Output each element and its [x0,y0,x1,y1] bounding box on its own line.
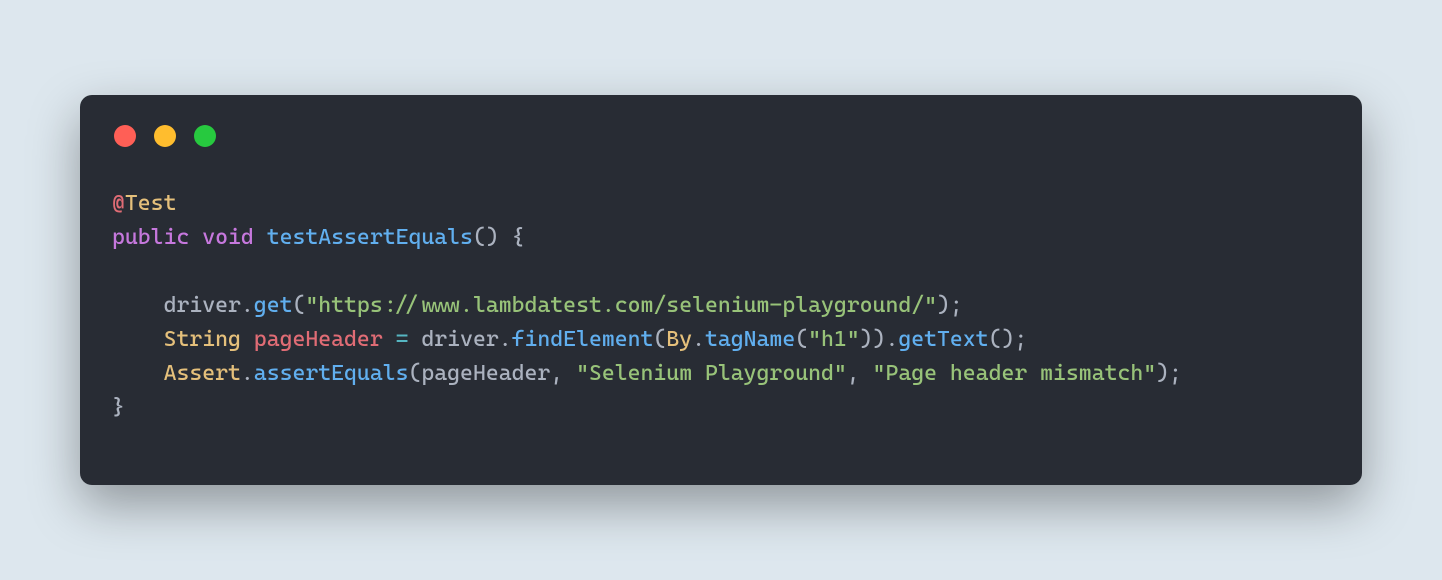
expected-string: "Selenium Playground" [576,361,847,386]
dot: . [241,293,254,318]
annotation-at: @ [112,191,125,216]
indent [112,361,164,386]
maximize-icon[interactable] [194,125,216,147]
minimize-icon[interactable] [154,125,176,147]
paren-close: )) [860,327,886,352]
brace-open: { [499,225,525,250]
code-window: @Test public void testAssertEquals() { d… [80,95,1362,485]
url-string: "https://www.lambdatest.com/selenium-pla… [305,293,937,318]
var-pageheader: pageHeader [254,327,383,352]
annotation-name: Test [125,191,177,216]
dot: . [499,327,512,352]
obj-driver: driver [164,293,241,318]
call-tagname: tagName [705,327,795,352]
class-by: By [666,327,692,352]
paren-close: ); [937,293,963,318]
kw-public: public [112,225,189,250]
indent [112,327,164,352]
close-icon[interactable] [114,125,136,147]
arg-pageheader: pageHeader [421,361,550,386]
comma: , [550,361,576,386]
paren-open: ( [653,327,666,352]
comma: , [847,361,873,386]
paren-close: (); [989,327,1028,352]
paren-close: ); [1156,361,1182,386]
traffic-lights [114,125,1330,147]
call-gettext: getText [898,327,988,352]
dot: . [885,327,898,352]
indent [112,293,164,318]
class-assert: Assert [164,361,241,386]
message-string: "Page header mismatch" [873,361,1157,386]
paren-open: ( [795,327,808,352]
call-get: get [254,293,293,318]
type-string: String [164,327,241,352]
call-findelement: findElement [512,327,654,352]
brace-close: } [112,395,125,420]
method-name: testAssertEquals [267,225,473,250]
parens: () [473,225,499,250]
paren-open: ( [292,293,305,318]
dot: . [692,327,705,352]
paren-open: ( [408,361,421,386]
dot: . [241,361,254,386]
obj-driver: driver [421,327,498,352]
code-block: @Test public void testAssertEquals() { d… [112,187,1330,425]
call-assertequals: assertEquals [254,361,409,386]
eq: = [383,327,422,352]
kw-void: void [202,225,254,250]
h1-string: "h1" [808,327,860,352]
